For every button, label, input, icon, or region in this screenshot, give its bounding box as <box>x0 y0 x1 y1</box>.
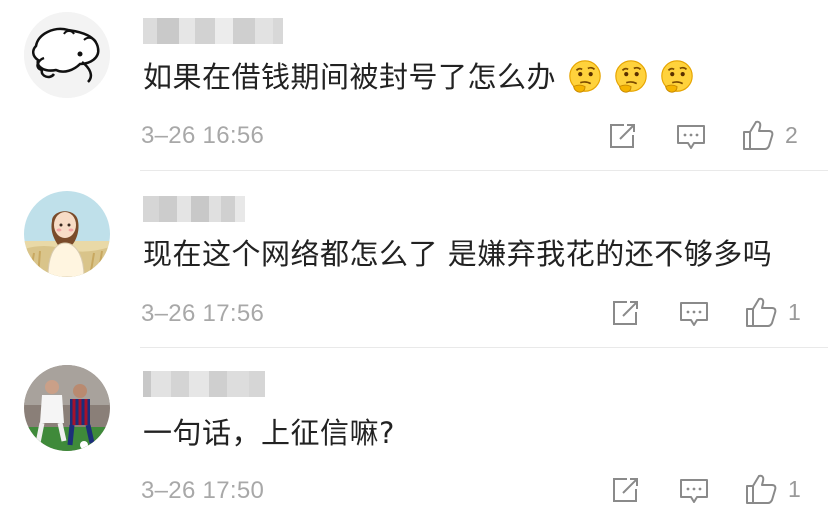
reply-button[interactable] <box>678 477 710 505</box>
comment-timestamp: 3–26 17:50 <box>141 477 265 504</box>
thumbs-up-icon <box>746 474 777 504</box>
divider <box>140 347 828 348</box>
reply-comment-icon <box>677 125 705 149</box>
reply-comment-icon <box>680 479 708 503</box>
reply-comment-icon <box>680 302 708 326</box>
comment-item: 一句话，上征信嘛? 3–26 17:50 1 <box>0 349 828 519</box>
share-icon <box>610 124 635 148</box>
username[interactable] <box>143 18 283 44</box>
share-icon <box>613 301 638 325</box>
username[interactable] <box>143 371 265 397</box>
comment-body: 如果在借钱期间被封号了怎么办 <box>143 60 557 94</box>
comment-item: 如果在借钱期间被封号了怎么办 3–26 16:56 2 <box>0 0 828 172</box>
illustrated-girl-avatar <box>24 191 110 277</box>
thinking-face-emoji <box>615 60 647 93</box>
avatar[interactable] <box>24 365 110 451</box>
thinking-face-emoji <box>569 60 601 93</box>
comment-body: 现在这个网络都怎么了 是嫌弃我花的还不够多吗 <box>143 237 773 271</box>
share-button[interactable] <box>611 299 641 327</box>
thumbs-up-icon <box>746 297 777 327</box>
avatar[interactable] <box>24 12 110 98</box>
thinking-face-emoji <box>661 60 693 93</box>
like-button[interactable]: 2 <box>741 119 798 151</box>
like-count: 1 <box>788 298 801 325</box>
username[interactable] <box>143 196 245 222</box>
thumbs-up-icon <box>743 120 774 150</box>
like-count: 1 <box>788 475 801 502</box>
like-button[interactable]: 1 <box>744 296 801 328</box>
football-players-avatar <box>24 365 110 451</box>
comment-timestamp: 3–26 16:56 <box>141 122 265 149</box>
comment-text: 一句话，上征信嘛? <box>143 415 395 451</box>
share-icon <box>613 478 638 502</box>
comment-text: 如果在借钱期间被封号了怎么办 <box>143 58 696 96</box>
comment-item: 现在这个网络都怎么了 是嫌弃我花的还不够多吗 3–26 17:56 1 <box>0 172 828 348</box>
comment-text: 现在这个网络都怎么了 是嫌弃我花的还不够多吗 <box>143 236 772 272</box>
comment-body: 一句话，上征信嘛? <box>143 416 395 450</box>
share-button[interactable] <box>611 476 641 504</box>
like-count: 2 <box>785 121 798 148</box>
comment-timestamp: 3–26 17:56 <box>141 300 265 327</box>
reply-button[interactable] <box>678 300 710 328</box>
cartoon-doodle-avatar <box>24 12 110 98</box>
like-button[interactable]: 1 <box>744 473 801 505</box>
avatar[interactable] <box>24 191 110 277</box>
share-button[interactable] <box>608 122 638 150</box>
divider <box>140 170 828 171</box>
reply-button[interactable] <box>675 123 707 151</box>
